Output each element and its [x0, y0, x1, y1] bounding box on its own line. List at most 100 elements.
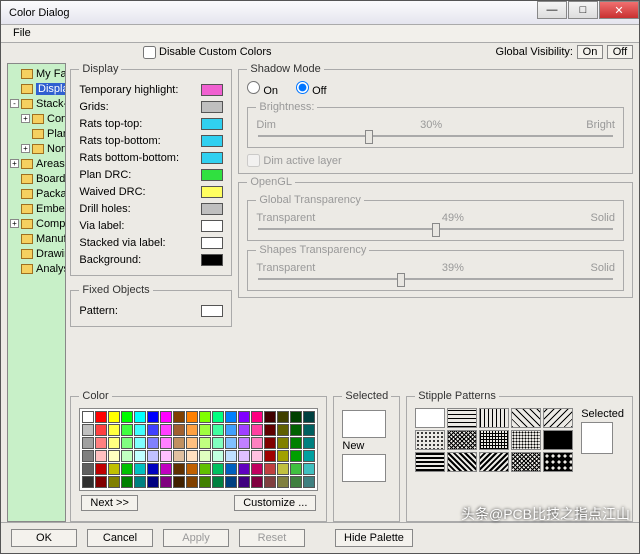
palette-cell[interactable] — [238, 411, 250, 423]
tree-item[interactable]: +Components — [8, 216, 65, 231]
tree-item[interactable]: Embedded Geom.. — [8, 201, 65, 216]
new-swatch[interactable] — [342, 454, 386, 482]
palette-cell[interactable] — [303, 424, 315, 436]
stipple-cell[interactable] — [479, 452, 509, 472]
palette-cell[interactable] — [277, 450, 289, 462]
palette-cell[interactable] — [82, 476, 94, 488]
tree-item[interactable]: Manufacturing — [8, 231, 65, 246]
palette-cell[interactable] — [147, 450, 159, 462]
palette-cell[interactable] — [290, 437, 302, 449]
color-swatch[interactable] — [201, 220, 223, 232]
selected-swatch[interactable] — [342, 410, 386, 438]
palette-cell[interactable] — [82, 437, 94, 449]
palette-cell[interactable] — [251, 476, 263, 488]
pattern-swatch[interactable] — [201, 305, 223, 317]
palette-cell[interactable] — [277, 476, 289, 488]
palette-cell[interactable] — [251, 411, 263, 423]
stipple-cell[interactable] — [447, 408, 477, 428]
shadow-off-radio[interactable]: Off — [296, 81, 326, 97]
palette-cell[interactable] — [186, 463, 198, 475]
palette-cell[interactable] — [199, 450, 211, 462]
palette-cell[interactable] — [95, 450, 107, 462]
palette-cell[interactable] — [82, 463, 94, 475]
palette-cell[interactable] — [212, 476, 224, 488]
palette-cell[interactable] — [134, 411, 146, 423]
category-tree[interactable]: My FavoritesDisplay-Stack-Up+ConductorPl… — [7, 63, 66, 522]
palette-cell[interactable] — [95, 411, 107, 423]
palette-cell[interactable] — [225, 476, 237, 488]
tree-item[interactable]: Board Geometry — [8, 171, 65, 186]
palette-cell[interactable] — [264, 476, 276, 488]
tree-item[interactable]: +Areas — [8, 156, 65, 171]
cancel-button[interactable]: Cancel — [87, 529, 153, 547]
tree-item[interactable]: Package Geom.. — [8, 186, 65, 201]
palette-cell[interactable] — [277, 424, 289, 436]
palette-cell[interactable] — [238, 424, 250, 436]
gv-on-button[interactable]: On — [577, 45, 603, 59]
expand-icon[interactable]: + — [10, 219, 19, 228]
palette-cell[interactable] — [290, 476, 302, 488]
ok-button[interactable]: OK — [11, 529, 77, 547]
palette-cell[interactable] — [147, 463, 159, 475]
palette-cell[interactable] — [160, 424, 172, 436]
stipple-cell[interactable] — [479, 430, 509, 450]
color-swatch[interactable] — [201, 84, 223, 96]
hide-palette-button[interactable]: Hide Palette — [335, 529, 413, 547]
palette-cell[interactable] — [134, 476, 146, 488]
palette-cell[interactable] — [95, 424, 107, 436]
color-swatch[interactable] — [201, 152, 223, 164]
palette-cell[interactable] — [238, 463, 250, 475]
stipple-cell[interactable] — [447, 452, 477, 472]
minimize-button[interactable]: — — [537, 1, 567, 19]
palette-cell[interactable] — [108, 450, 120, 462]
palette-cell[interactable] — [108, 476, 120, 488]
tree-item[interactable]: +Conductor — [8, 111, 65, 126]
color-swatch[interactable] — [201, 254, 223, 266]
close-button[interactable]: ✕ — [599, 1, 639, 19]
expand-icon[interactable]: + — [21, 144, 30, 153]
palette-cell[interactable] — [134, 424, 146, 436]
next-button[interactable]: Next >> — [81, 495, 138, 511]
titlebar[interactable]: Color Dialog — □ ✕ — [1, 1, 639, 25]
tree-item[interactable]: Display — [8, 81, 65, 96]
shadow-on-radio[interactable]: On — [247, 81, 278, 97]
palette-cell[interactable] — [121, 463, 133, 475]
stipple-cell[interactable] — [479, 408, 509, 428]
palette-cell[interactable] — [251, 463, 263, 475]
selected-stipple[interactable] — [581, 422, 613, 454]
stipple-cell[interactable] — [543, 430, 573, 450]
palette-cell[interactable] — [303, 450, 315, 462]
palette-cell[interactable] — [199, 437, 211, 449]
disable-custom-colors[interactable]: Disable Custom Colors — [143, 46, 271, 59]
palette-cell[interactable] — [264, 437, 276, 449]
palette-cell[interactable] — [264, 424, 276, 436]
palette-cell[interactable] — [199, 411, 211, 423]
palette-cell[interactable] — [173, 424, 185, 436]
palette-cell[interactable] — [160, 463, 172, 475]
expand-icon[interactable]: + — [21, 114, 30, 123]
palette-cell[interactable] — [251, 424, 263, 436]
maximize-button[interactable]: □ — [568, 1, 598, 19]
palette-cell[interactable] — [134, 450, 146, 462]
menu-file[interactable]: File — [7, 25, 37, 41]
stipple-cell[interactable] — [511, 452, 541, 472]
gv-off-button[interactable]: Off — [607, 45, 633, 59]
customize-button[interactable]: Customize ... — [234, 495, 316, 511]
color-swatch[interactable] — [201, 118, 223, 130]
stipple-cell[interactable] — [415, 408, 445, 428]
palette-cell[interactable] — [290, 450, 302, 462]
palette-cell[interactable] — [160, 411, 172, 423]
palette-cell[interactable] — [212, 424, 224, 436]
tree-item[interactable]: +Non-Condu.. — [8, 141, 65, 156]
palette-cell[interactable] — [225, 411, 237, 423]
palette-cell[interactable] — [82, 424, 94, 436]
palette-cell[interactable] — [277, 463, 289, 475]
palette-cell[interactable] — [303, 411, 315, 423]
palette-cell[interactable] — [199, 463, 211, 475]
stipple-cell[interactable] — [543, 408, 573, 428]
palette-cell[interactable] — [173, 437, 185, 449]
palette-cell[interactable] — [212, 463, 224, 475]
palette-cell[interactable] — [147, 476, 159, 488]
palette-cell[interactable] — [121, 476, 133, 488]
palette-cell[interactable] — [95, 463, 107, 475]
